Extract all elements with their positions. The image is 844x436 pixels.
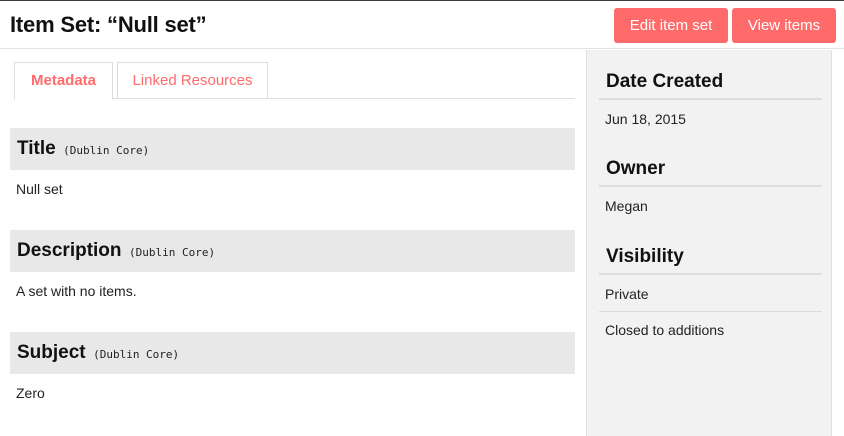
sidebar: Date Created Jun 18, 2015 Owner Megan Vi…	[586, 50, 832, 436]
property-header: Subject (Dublin Core)	[10, 332, 575, 374]
edit-item-set-button[interactable]: Edit item set	[614, 8, 728, 43]
property-vocabulary: (Dublin Core)	[93, 348, 180, 361]
property-label: Subject	[17, 342, 86, 363]
page-title: Item Set: “Null set”	[10, 12, 207, 37]
property-value: A set with no items.	[16, 283, 137, 299]
main-content: Metadata Linked Resources Title (Dublin …	[0, 50, 586, 436]
property-header: Description (Dublin Core)	[10, 230, 575, 272]
visibility-value: Private	[605, 286, 649, 302]
additions-status: Closed to additions	[605, 322, 725, 338]
page-header: Item Set: “Null set” Edit item set View …	[0, 1, 844, 49]
property-header: Title (Dublin Core)	[10, 128, 575, 170]
property-subject: Subject (Dublin Core) Zero	[10, 332, 575, 401]
item-set-page: Item Set: “Null set” Edit item set View …	[0, 0, 844, 436]
property-title: Title (Dublin Core) Null set	[10, 128, 575, 197]
tab-linked-resources[interactable]: Linked Resources	[117, 62, 268, 99]
visibility-heading: Visibility	[599, 239, 822, 275]
owner-heading: Owner	[599, 151, 822, 187]
property-value: Zero	[16, 385, 45, 401]
date-created-value: Jun 18, 2015	[605, 111, 686, 127]
visibility-divider	[599, 311, 822, 312]
property-label: Title	[17, 138, 56, 159]
date-created-heading: Date Created	[599, 64, 822, 100]
property-label: Description	[17, 240, 122, 261]
view-items-button[interactable]: View items	[732, 8, 836, 43]
owner-value: Megan	[605, 198, 648, 214]
property-vocabulary: (Dublin Core)	[128, 246, 216, 259]
tab-bar: Metadata Linked Resources	[14, 62, 575, 100]
property-description: Description (Dublin Core) A set with no …	[10, 230, 575, 299]
tab-metadata[interactable]: Metadata	[14, 62, 113, 100]
property-value: Null set	[16, 181, 63, 197]
property-vocabulary: (Dublin Core)	[63, 144, 150, 157]
